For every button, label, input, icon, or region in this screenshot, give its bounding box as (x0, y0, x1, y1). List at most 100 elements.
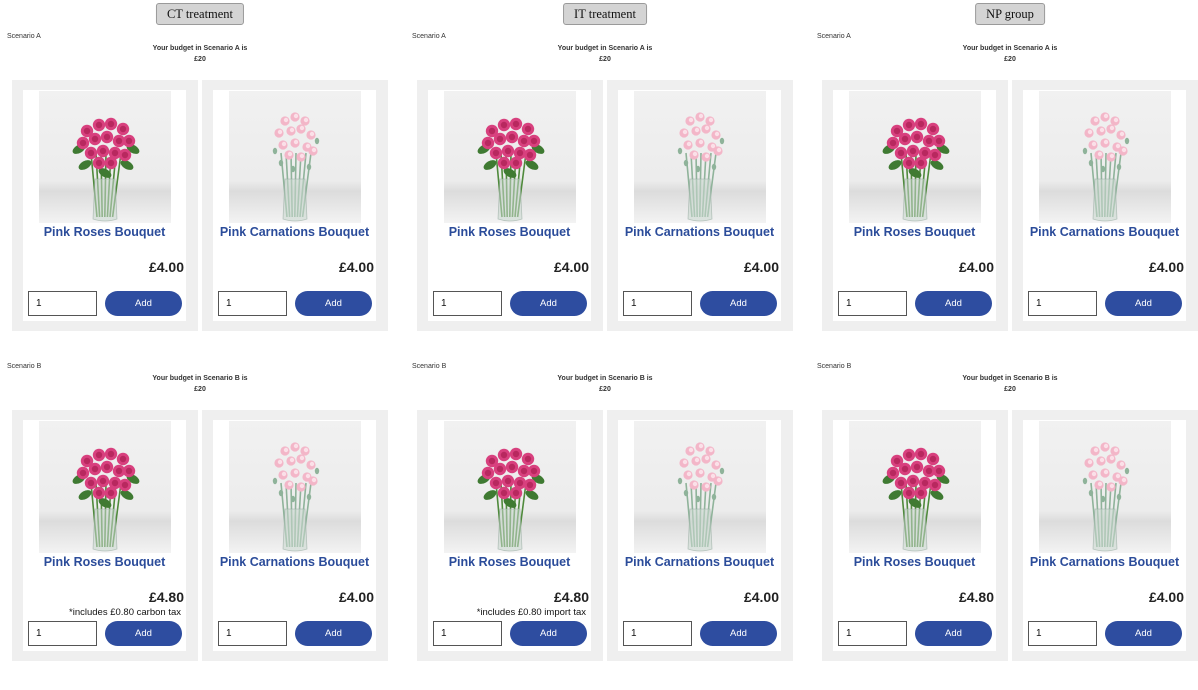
pink-carnations-bouquet-image (229, 421, 361, 553)
product-name: Pink Roses Bouquet (853, 225, 976, 239)
add-button[interactable]: Add (700, 291, 777, 316)
product-card-body: Pink Roses Bouquet £4.80 *includes £0.80… (23, 420, 186, 651)
budget-line: Your budget in Scenario A is (962, 45, 1058, 52)
add-button[interactable]: Add (510, 291, 587, 316)
quantity-input[interactable] (28, 291, 97, 316)
budget-amount: £20 (194, 386, 206, 393)
scenario-panel-b: Scenario B Your budget in Scenario B is … (405, 360, 803, 690)
product-name: Pink Roses Bouquet (448, 225, 571, 239)
quantity-input[interactable] (433, 291, 502, 316)
budget-line: Your budget in Scenario B is (557, 375, 653, 382)
product-price: £4.00 (148, 259, 184, 275)
quantity-input[interactable] (1028, 621, 1097, 646)
product-price: £4.00 (743, 259, 779, 275)
product-name: Pink Roses Bouquet (853, 555, 976, 569)
treatment-button[interactable]: IT treatment (563, 3, 647, 25)
pink-carnations-bouquet-image (1039, 421, 1171, 553)
budget-text: Your budget in Scenario B is £20 (505, 373, 705, 395)
quantity-input[interactable] (218, 291, 287, 316)
product-card-body: Pink Carnations Bouquet £4.00 Add (1023, 420, 1186, 651)
budget-line: Your budget in Scenario A is (557, 45, 653, 52)
carnation-bouquet-graphic (1082, 442, 1130, 552)
product-card: Pink Carnations Bouquet £4.00 Add (1012, 410, 1198, 661)
quantity-input[interactable] (623, 621, 692, 646)
pink-carnations-bouquet-image (634, 91, 766, 223)
scenario-panel-b: Scenario B Your budget in Scenario B is … (0, 360, 398, 690)
pink-carnations-bouquet-image (634, 421, 766, 553)
quantity-input[interactable] (838, 621, 907, 646)
pink-roses-bouquet-image (39, 421, 171, 553)
product-card-body: Pink Roses Bouquet £4.00 Add (428, 90, 591, 321)
rose-bouquet-graphic (477, 447, 545, 552)
product-card: Pink Roses Bouquet £4.00 Add (417, 80, 603, 331)
budget-text: Your budget in Scenario B is £20 (100, 373, 300, 395)
tax-note: *includes £0.80 carbon tax (69, 607, 181, 618)
tax-note: *includes £0.80 import tax (476, 607, 586, 618)
add-button[interactable]: Add (295, 621, 372, 646)
rose-bouquet-graphic (477, 117, 545, 222)
quantity-input[interactable] (623, 291, 692, 316)
product-card-body: Pink Carnations Bouquet £4.00 Add (618, 90, 781, 321)
carnation-bouquet-graphic (677, 442, 725, 552)
budget-text: Your budget in Scenario B is £20 (910, 373, 1110, 395)
product-price: £4.00 (338, 589, 374, 605)
quantity-input[interactable] (28, 621, 97, 646)
add-button[interactable]: Add (915, 291, 992, 316)
product-card-body: Pink Carnations Bouquet £4.00 Add (1023, 90, 1186, 321)
product-name: Pink Carnations Bouquet (219, 555, 370, 569)
product-price: £4.00 (743, 589, 779, 605)
scenario-label: Scenario A (7, 33, 41, 40)
add-button[interactable]: Add (105, 291, 182, 316)
add-button[interactable]: Add (915, 621, 992, 646)
quantity-input[interactable] (838, 291, 907, 316)
add-button[interactable]: Add (510, 621, 587, 646)
product-price: £4.00 (1148, 589, 1184, 605)
product-card: Pink Roses Bouquet £4.80 Add (822, 410, 1008, 661)
budget-amount: £20 (194, 56, 206, 63)
product-card-body: Pink Roses Bouquet £4.80 *includes £0.80… (428, 420, 591, 651)
carnation-bouquet-graphic (272, 112, 320, 222)
rose-bouquet-graphic (882, 447, 950, 552)
pink-roses-bouquet-image (39, 91, 171, 223)
product-card-body: Pink Roses Bouquet £4.00 Add (833, 90, 996, 321)
budget-line: Your budget in Scenario B is (962, 375, 1058, 382)
product-card: Pink Carnations Bouquet £4.00 Add (607, 80, 793, 331)
budget-text: Your budget in Scenario A is £20 (505, 43, 705, 65)
product-card: Pink Roses Bouquet £4.80 *includes £0.80… (12, 410, 198, 661)
product-card-body: Pink Carnations Bouquet £4.00 Add (618, 420, 781, 651)
add-button[interactable]: Add (700, 621, 777, 646)
product-price: £4.00 (958, 259, 994, 275)
experiment-comparison-page: CT treatment Scenario A Your budget in S… (0, 0, 1198, 661)
scenario-panel-a: Scenario A Your budget in Scenario A is … (0, 30, 398, 360)
rose-bouquet-graphic (882, 117, 950, 222)
add-button[interactable]: Add (1105, 291, 1182, 316)
scenario-panel-b: Scenario B Your budget in Scenario B is … (810, 360, 1198, 690)
treatment-button[interactable]: CT treatment (155, 3, 245, 25)
quantity-input[interactable] (433, 621, 502, 646)
product-name: Pink Roses Bouquet (43, 225, 166, 239)
rose-bouquet-graphic (72, 117, 140, 222)
add-button[interactable]: Add (105, 621, 182, 646)
product-card: Pink Carnations Bouquet £4.00 Add (1012, 80, 1198, 331)
treatment-column-it: IT treatment Scenario A Your budget in S… (405, 0, 803, 661)
scenario-label: Scenario A (412, 33, 446, 40)
product-price: £4.00 (338, 259, 374, 275)
quantity-input[interactable] (1028, 291, 1097, 316)
product-price: £4.80 (148, 589, 184, 605)
add-button[interactable]: Add (1105, 621, 1182, 646)
quantity-input[interactable] (218, 621, 287, 646)
pink-roses-bouquet-image (444, 421, 576, 553)
product-price: £4.00 (553, 259, 589, 275)
treatment-column-np: NP group Scenario A Your budget in Scena… (810, 0, 1198, 661)
carnation-bouquet-graphic (272, 442, 320, 552)
product-price: £4.80 (958, 589, 994, 605)
add-button[interactable]: Add (295, 291, 372, 316)
product-name: Pink Carnations Bouquet (1029, 225, 1180, 239)
pink-roses-bouquet-image (444, 91, 576, 223)
scenario-label: Scenario A (817, 33, 851, 40)
budget-amount: £20 (1004, 56, 1016, 63)
budget-line: Your budget in Scenario B is (152, 375, 248, 382)
product-name: Pink Carnations Bouquet (1029, 555, 1180, 569)
product-card: Pink Roses Bouquet £4.00 Add (822, 80, 1008, 331)
treatment-button[interactable]: NP group (975, 3, 1045, 25)
